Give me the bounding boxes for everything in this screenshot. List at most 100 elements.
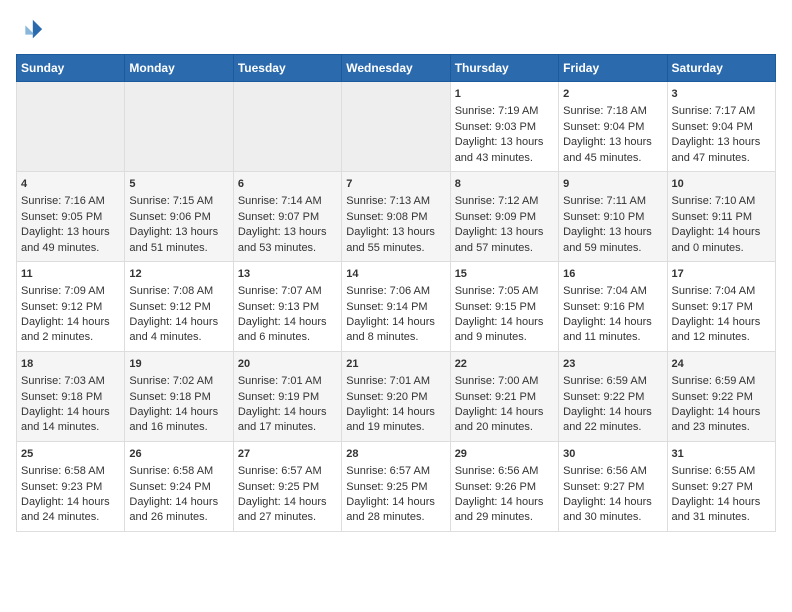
day-info: Sunrise: 6:59 AM Sunset: 9:22 PM Dayligh…: [563, 375, 652, 433]
logo-icon: [16, 16, 44, 44]
day-number: 8: [455, 177, 554, 192]
day-number: 12: [129, 267, 228, 282]
day-number: 21: [346, 357, 445, 372]
day-number: 20: [238, 357, 337, 372]
col-header-sunday: Sunday: [17, 55, 125, 82]
day-info: Sunrise: 6:59 AM Sunset: 9:22 PM Dayligh…: [672, 375, 761, 433]
day-cell: 19 Sunrise: 7:02 AM Sunset: 9:18 PM Dayli…: [125, 351, 233, 441]
day-cell: [342, 82, 450, 172]
day-cell: 16Sunrise: 7:04 AM Sunset: 9:16 PM Dayli…: [559, 261, 667, 351]
day-info: Sunrise: 7:09 AM Sunset: 9:12 PM Dayligh…: [21, 285, 110, 343]
day-cell: 17 Sunrise: 7:04 AM Sunset: 9:17 PM Dayli…: [667, 261, 775, 351]
week-row-2: 4 Sunrise: 7:16 AM Sunset: 9:05 PM Daylig…: [17, 171, 776, 261]
logo: [16, 16, 48, 44]
day-info: Sunrise: 7:17 AM Sunset: 9:04 PM Dayligh…: [672, 105, 761, 163]
day-cell: 3 Sunrise: 7:17 AM Sunset: 9:04 PM Daylig…: [667, 82, 775, 172]
day-info: Sunrise: 7:08 AM Sunset: 9:12 PM Dayligh…: [129, 285, 218, 343]
day-cell: 27 Sunrise: 6:57 AM Sunset: 9:25 PM Dayli…: [233, 441, 341, 531]
day-cell: 25 Sunrise: 6:58 AM Sunset: 9:23 PM Dayli…: [17, 441, 125, 531]
day-info: Sunrise: 7:05 AM Sunset: 9:15 PM Dayligh…: [455, 285, 544, 343]
week-row-1: 1Sunrise: 7:19 AM Sunset: 9:03 PM Daylig…: [17, 82, 776, 172]
day-info: Sunrise: 7:02 AM Sunset: 9:18 PM Dayligh…: [129, 375, 218, 433]
col-header-friday: Friday: [559, 55, 667, 82]
day-cell: 22 Sunrise: 7:00 AM Sunset: 9:21 PM Dayli…: [450, 351, 558, 441]
day-number: 19: [129, 357, 228, 372]
day-info: Sunrise: 7:14 AM Sunset: 9:07 PM Dayligh…: [238, 195, 327, 253]
day-number: 17: [672, 267, 771, 282]
day-cell: 1Sunrise: 7:19 AM Sunset: 9:03 PM Daylig…: [450, 82, 558, 172]
day-cell: [233, 82, 341, 172]
day-cell: 13 Sunrise: 7:07 AM Sunset: 9:13 PM Dayli…: [233, 261, 341, 351]
day-cell: 11 Sunrise: 7:09 AM Sunset: 9:12 PM Dayli…: [17, 261, 125, 351]
day-info: Sunrise: 6:58 AM Sunset: 9:24 PM Dayligh…: [129, 465, 218, 523]
calendar-table: SundayMondayTuesdayWednesdayThursdayFrid…: [16, 54, 776, 532]
day-info: Sunrise: 6:58 AM Sunset: 9:23 PM Dayligh…: [21, 465, 110, 523]
day-info: Sunrise: 7:15 AM Sunset: 9:06 PM Dayligh…: [129, 195, 218, 253]
day-info: Sunrise: 7:07 AM Sunset: 9:13 PM Dayligh…: [238, 285, 327, 343]
page-header: [16, 16, 776, 44]
day-number: 10: [672, 177, 771, 192]
day-number: 7: [346, 177, 445, 192]
day-info: Sunrise: 6:57 AM Sunset: 9:25 PM Dayligh…: [346, 465, 435, 523]
week-row-5: 25 Sunrise: 6:58 AM Sunset: 9:23 PM Dayli…: [17, 441, 776, 531]
col-header-thursday: Thursday: [450, 55, 558, 82]
col-header-tuesday: Tuesday: [233, 55, 341, 82]
day-cell: 28 Sunrise: 6:57 AM Sunset: 9:25 PM Dayli…: [342, 441, 450, 531]
day-number: 2: [563, 87, 662, 102]
day-cell: [17, 82, 125, 172]
day-number: 28: [346, 447, 445, 462]
day-number: 9: [563, 177, 662, 192]
day-number: 30: [563, 447, 662, 462]
day-number: 22: [455, 357, 554, 372]
day-number: 11: [21, 267, 120, 282]
day-info: Sunrise: 6:56 AM Sunset: 9:26 PM Dayligh…: [455, 465, 544, 523]
day-number: 26: [129, 447, 228, 462]
day-info: Sunrise: 7:04 AM Sunset: 9:17 PM Dayligh…: [672, 285, 761, 343]
day-number: 23: [563, 357, 662, 372]
day-number: 27: [238, 447, 337, 462]
day-info: Sunrise: 7:16 AM Sunset: 9:05 PM Dayligh…: [21, 195, 110, 253]
day-cell: 12 Sunrise: 7:08 AM Sunset: 9:12 PM Dayli…: [125, 261, 233, 351]
day-number: 13: [238, 267, 337, 282]
day-info: Sunrise: 6:55 AM Sunset: 9:27 PM Dayligh…: [672, 465, 761, 523]
day-cell: 4 Sunrise: 7:16 AM Sunset: 9:05 PM Daylig…: [17, 171, 125, 261]
day-cell: 29Sunrise: 6:56 AM Sunset: 9:26 PM Dayli…: [450, 441, 558, 531]
day-info: Sunrise: 7:00 AM Sunset: 9:21 PM Dayligh…: [455, 375, 544, 433]
day-number: 4: [21, 177, 120, 192]
col-header-monday: Monday: [125, 55, 233, 82]
day-number: 15: [455, 267, 554, 282]
week-row-3: 11 Sunrise: 7:09 AM Sunset: 9:12 PM Dayli…: [17, 261, 776, 351]
day-cell: 7 Sunrise: 7:13 AM Sunset: 9:08 PM Daylig…: [342, 171, 450, 261]
day-number: 24: [672, 357, 771, 372]
day-cell: [125, 82, 233, 172]
day-number: 5: [129, 177, 228, 192]
day-info: Sunrise: 6:57 AM Sunset: 9:25 PM Dayligh…: [238, 465, 327, 523]
day-number: 18: [21, 357, 120, 372]
day-number: 3: [672, 87, 771, 102]
day-cell: 8 Sunrise: 7:12 AM Sunset: 9:09 PM Daylig…: [450, 171, 558, 261]
day-cell: 6 Sunrise: 7:14 AM Sunset: 9:07 PM Daylig…: [233, 171, 341, 261]
day-cell: 23 Sunrise: 6:59 AM Sunset: 9:22 PM Dayli…: [559, 351, 667, 441]
day-info: Sunrise: 7:11 AM Sunset: 9:10 PM Dayligh…: [563, 195, 652, 253]
day-info: Sunrise: 7:12 AM Sunset: 9:09 PM Dayligh…: [455, 195, 544, 253]
day-cell: 24 Sunrise: 6:59 AM Sunset: 9:22 PM Dayli…: [667, 351, 775, 441]
day-number: 31: [672, 447, 771, 462]
day-info: Sunrise: 7:01 AM Sunset: 9:20 PM Dayligh…: [346, 375, 435, 433]
day-cell: 10Sunrise: 7:10 AM Sunset: 9:11 PM Dayli…: [667, 171, 775, 261]
day-cell: 18Sunrise: 7:03 AM Sunset: 9:18 PM Dayli…: [17, 351, 125, 441]
week-row-4: 18Sunrise: 7:03 AM Sunset: 9:18 PM Dayli…: [17, 351, 776, 441]
day-cell: 21 Sunrise: 7:01 AM Sunset: 9:20 PM Dayli…: [342, 351, 450, 441]
day-cell: 14Sunrise: 7:06 AM Sunset: 9:14 PM Dayli…: [342, 261, 450, 351]
day-cell: 5 Sunrise: 7:15 AM Sunset: 9:06 PM Daylig…: [125, 171, 233, 261]
day-number: 6: [238, 177, 337, 192]
day-info: Sunrise: 6:56 AM Sunset: 9:27 PM Dayligh…: [563, 465, 652, 523]
day-cell: 20Sunrise: 7:01 AM Sunset: 9:19 PM Dayli…: [233, 351, 341, 441]
day-number: 16: [563, 267, 662, 282]
day-number: 25: [21, 447, 120, 462]
day-cell: 30 Sunrise: 6:56 AM Sunset: 9:27 PM Dayli…: [559, 441, 667, 531]
day-info: Sunrise: 7:19 AM Sunset: 9:03 PM Dayligh…: [455, 105, 544, 163]
day-number: 14: [346, 267, 445, 282]
header-row: SundayMondayTuesdayWednesdayThursdayFrid…: [17, 55, 776, 82]
day-info: Sunrise: 7:13 AM Sunset: 9:08 PM Dayligh…: [346, 195, 435, 253]
day-cell: 26 Sunrise: 6:58 AM Sunset: 9:24 PM Dayli…: [125, 441, 233, 531]
